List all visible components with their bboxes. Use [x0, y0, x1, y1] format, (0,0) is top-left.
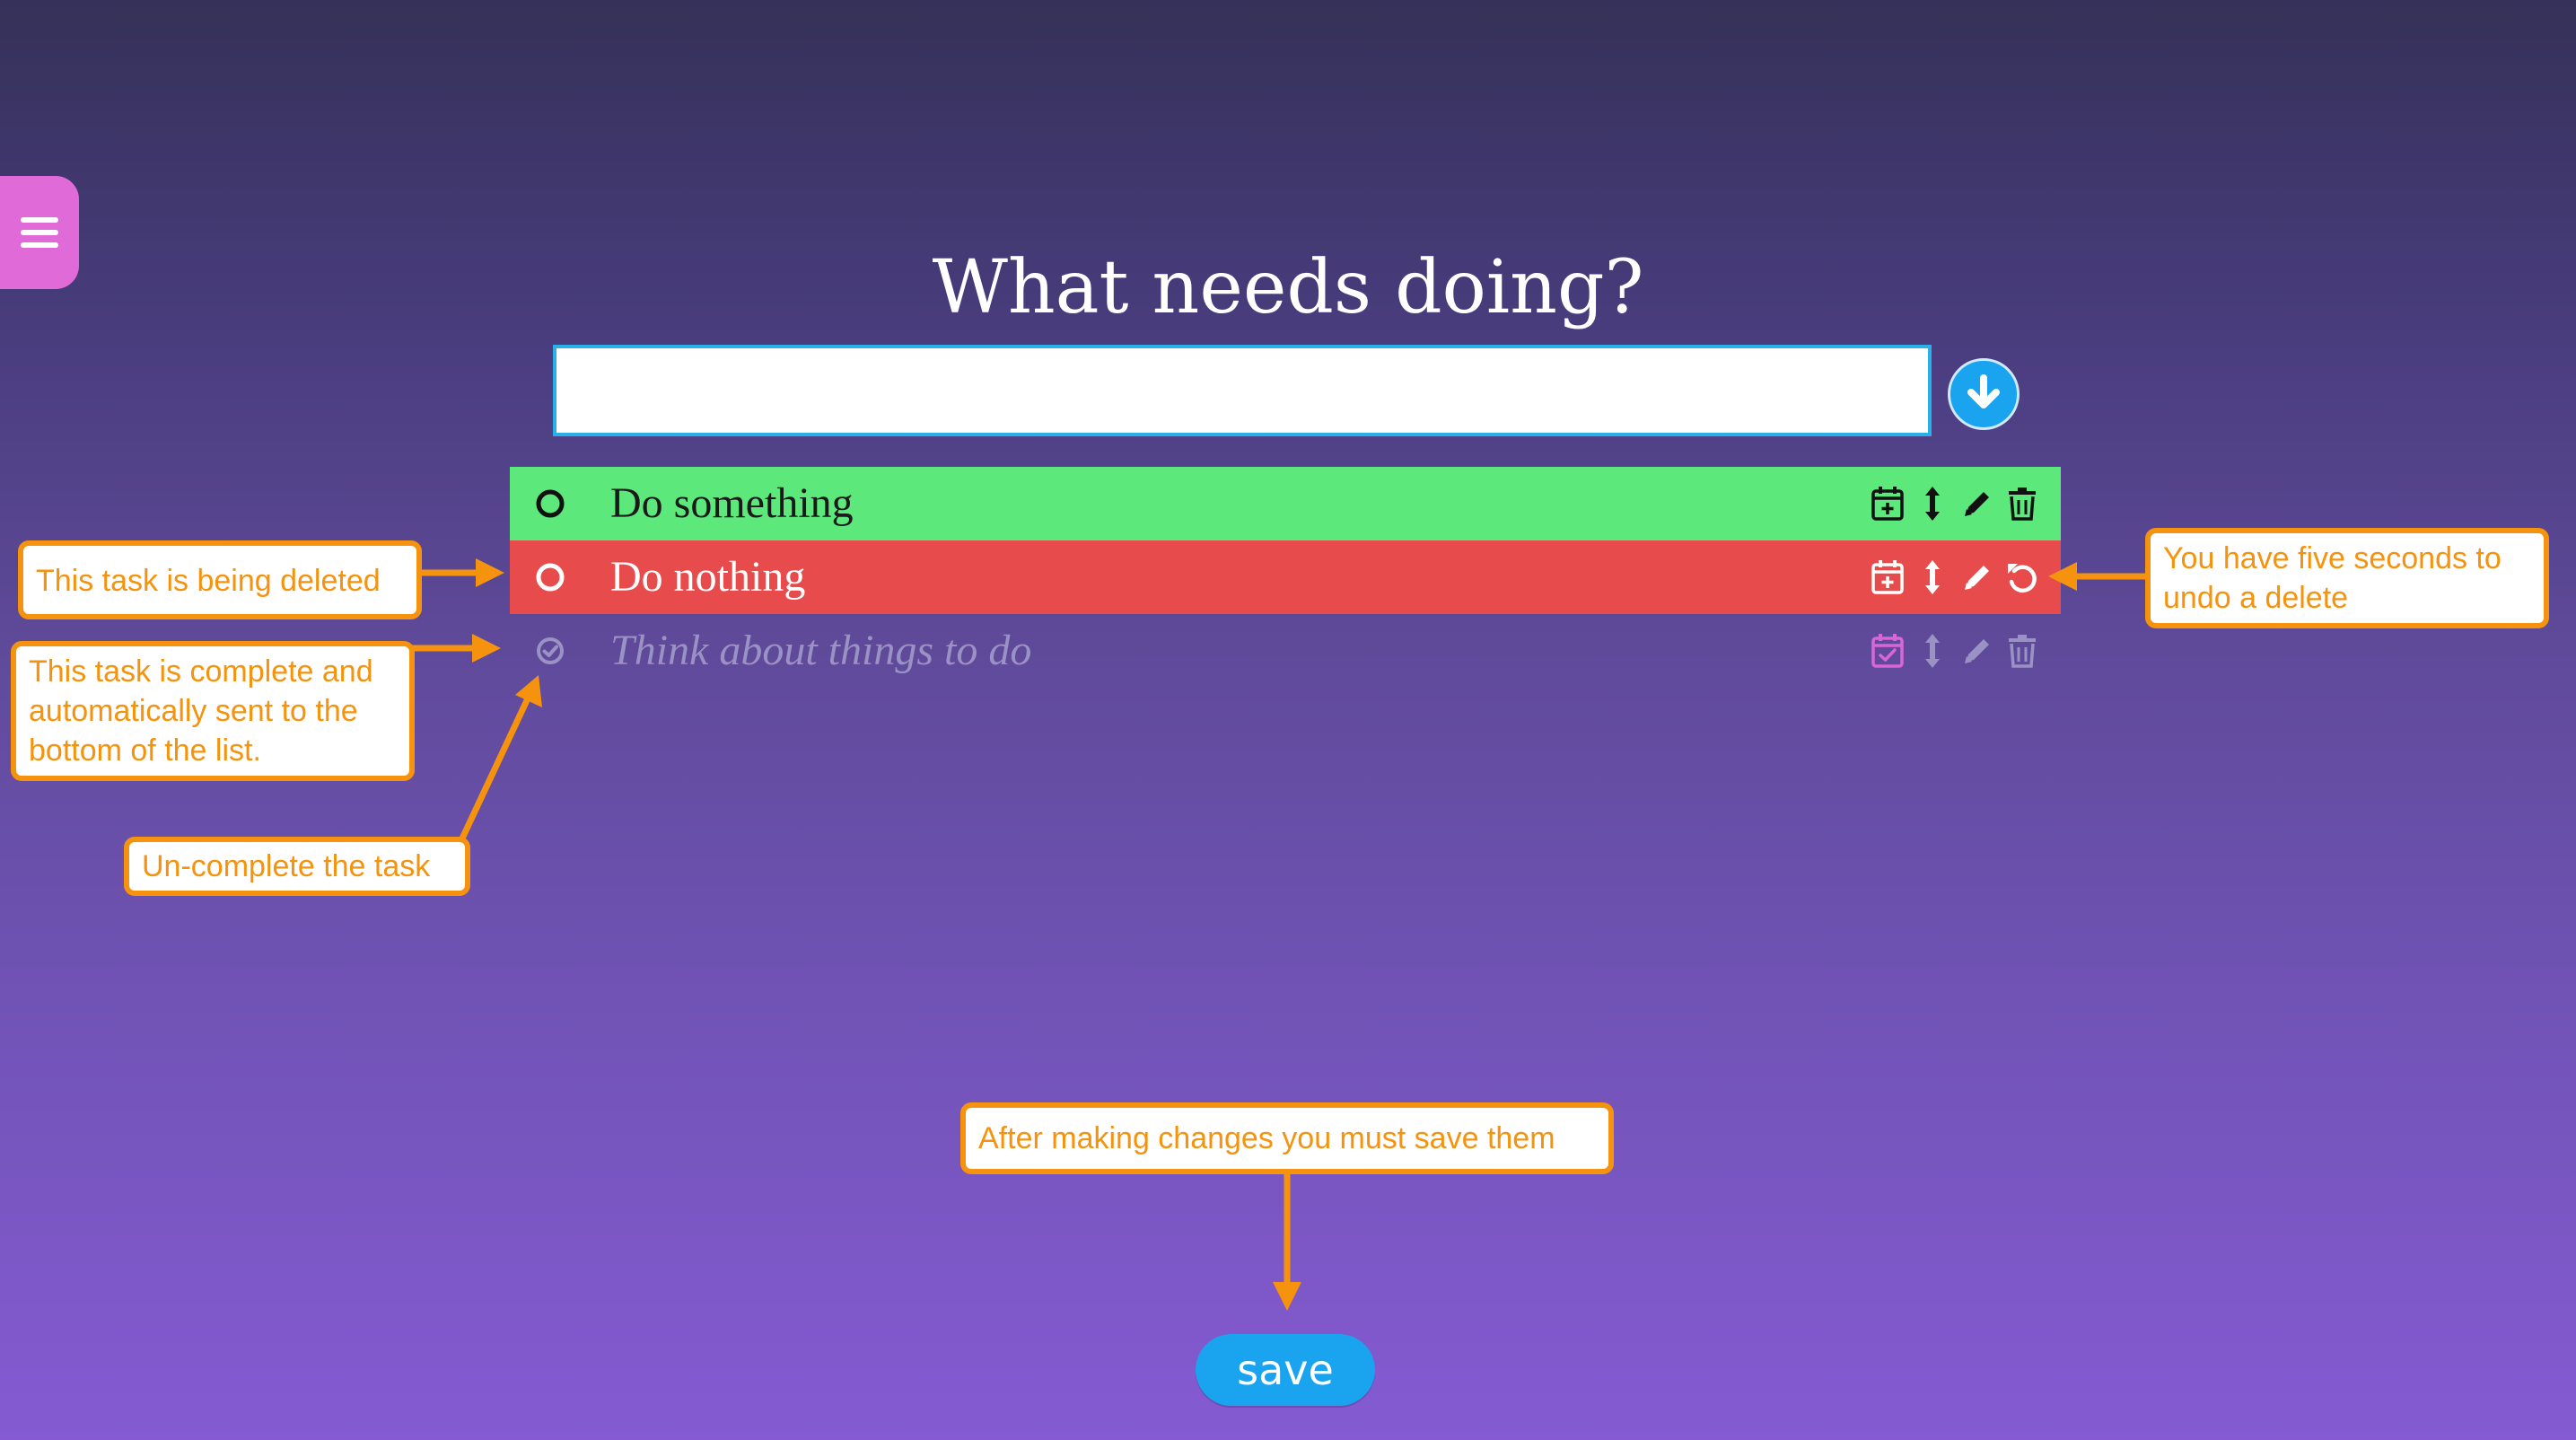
calendar-check-icon	[1871, 634, 1904, 668]
task-row[interactable]: Think about things to do	[510, 614, 2061, 688]
page-title: What needs doing?	[932, 245, 1644, 330]
check-circle-icon[interactable]	[533, 634, 567, 668]
task-actions	[1863, 557, 2043, 598]
reorder-handle[interactable]	[1912, 630, 1953, 672]
drag-handle-icon	[1925, 487, 1940, 521]
task-actions	[1863, 483, 2043, 524]
callout-uncomplete: Un-complete the task	[124, 837, 470, 896]
reorder-handle[interactable]	[1912, 483, 1953, 524]
callout-deleting: This task is being deleted	[18, 540, 422, 619]
task-text[interactable]: Do nothing	[610, 540, 805, 614]
task-text[interactable]: Do something	[610, 467, 854, 540]
pencil-icon	[1965, 639, 1989, 663]
task-list: Do something Do nothing Think about thin…	[510, 467, 2061, 688]
trash-icon	[2009, 635, 2036, 668]
delete-button[interactable]	[2002, 483, 2043, 524]
undo-delete-button[interactable]	[2002, 557, 2043, 598]
drag-handle-icon	[1925, 634, 1940, 668]
schedule-button[interactable]	[1867, 483, 1908, 524]
callout-save-hint: After making changes you must save them	[960, 1102, 1614, 1174]
edit-button[interactable]	[1957, 630, 1998, 672]
calendar-plus-icon	[1871, 487, 1904, 521]
callout-completed: This task is complete and automatically …	[11, 641, 415, 781]
pencil-icon	[1965, 566, 1989, 590]
trash-icon	[2009, 487, 2036, 521]
new-task-input[interactable]	[553, 345, 1932, 436]
schedule-button[interactable]	[1867, 630, 1908, 672]
callout-undo: You have five seconds to undo a delete	[2145, 528, 2549, 628]
schedule-button[interactable]	[1867, 557, 1908, 598]
drag-handle-icon	[1925, 560, 1940, 594]
edit-button[interactable]	[1957, 557, 1998, 598]
task-actions	[1863, 630, 2043, 672]
delete-button[interactable]	[2002, 630, 2043, 672]
pencil-icon	[1965, 492, 1989, 516]
edit-button[interactable]	[1957, 483, 1998, 524]
reorder-handle[interactable]	[1912, 557, 1953, 598]
calendar-plus-icon	[1871, 560, 1904, 594]
arrow-down-icon	[1967, 374, 2000, 408]
circle-icon[interactable]	[533, 560, 567, 594]
save-button[interactable]: save	[1196, 1334, 1375, 1406]
undo-icon	[2008, 564, 2037, 593]
add-task-button[interactable]	[1948, 358, 2020, 430]
task-row[interactable]: Do something	[510, 467, 2061, 540]
task-text[interactable]: Think about things to do	[610, 614, 1031, 688]
circle-icon[interactable]	[533, 487, 567, 521]
task-row[interactable]: Do nothing	[510, 540, 2061, 614]
